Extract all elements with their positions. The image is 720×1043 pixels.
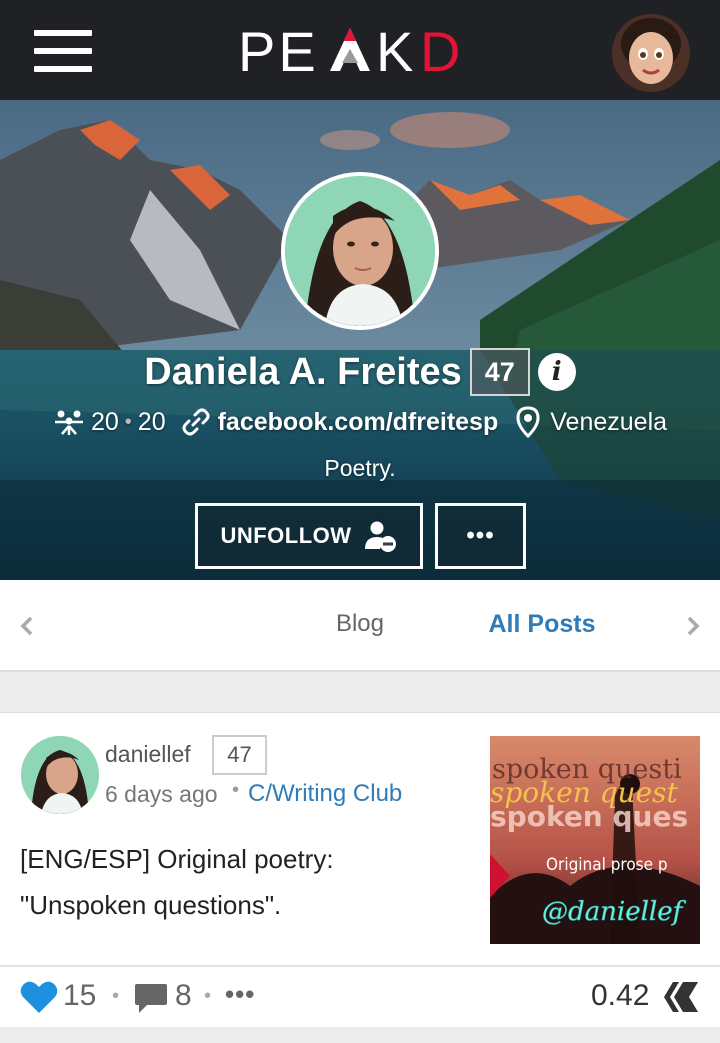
following-count[interactable]: 20	[138, 408, 166, 437]
comment-icon[interactable]	[133, 981, 169, 1015]
profile-tabs: Blog All Posts	[0, 580, 720, 672]
post-more-button[interactable]: •••	[225, 979, 255, 1010]
tab-all-posts[interactable]: All Posts	[480, 610, 604, 639]
heart-icon[interactable]	[20, 979, 58, 1015]
followers-icon[interactable]	[53, 406, 85, 438]
top-bar: PE K D	[0, 0, 720, 100]
thumb-handle: @daniellef	[542, 897, 687, 927]
chevron-left-icon[interactable]	[14, 610, 40, 642]
profile-cover: Daniela A. Freites 47 i 20 • 20 facebook…	[0, 100, 720, 580]
info-icon[interactable]: i	[537, 353, 576, 391]
location-pin-icon	[512, 406, 544, 438]
profile-meta: 20 • 20 facebook.com/dfreitesp Venezuela	[0, 402, 720, 442]
post-thumbnail[interactable]: spoken questi spoken quest spoken ques O…	[490, 736, 700, 944]
unfollow-button[interactable]: UNFOLLOW	[195, 503, 423, 569]
profile-bio: Poetry.	[324, 455, 396, 481]
like-count[interactable]: 15	[63, 979, 96, 1013]
more-options-button[interactable]: •••	[435, 503, 526, 569]
post-separator: •	[232, 779, 240, 801]
comment-count[interactable]: 8	[175, 979, 192, 1013]
peakd-logo[interactable]: PE K D	[238, 22, 476, 80]
location: Venezuela	[550, 407, 668, 436]
hamburger-icon[interactable]	[34, 30, 92, 72]
post-title[interactable]: [ENG/ESP] Original poetry: "Unspoken que…	[20, 836, 460, 928]
remove-user-icon	[364, 521, 396, 552]
post-time[interactable]: 6 days ago	[105, 781, 218, 808]
svg-text:PE: PE	[238, 22, 319, 80]
post-author[interactable]: daniellef	[105, 741, 191, 768]
profile-photo[interactable]	[281, 172, 439, 330]
hive-icon[interactable]	[662, 979, 700, 1015]
link-icon	[180, 406, 212, 438]
post-community[interactable]: C/Writing Club	[248, 780, 402, 808]
reputation-badge: 47	[469, 348, 530, 396]
tab-blog[interactable]: Blog	[320, 610, 400, 638]
post-author-reputation: 47	[212, 735, 267, 775]
post-actions: 15 • 8 • ••• 0.42	[0, 965, 720, 1027]
user-avatar[interactable]	[612, 14, 690, 92]
profile-name-row: Daniela A. Freites 47 i	[0, 347, 720, 397]
thumb-subtitle: Original prose p	[546, 855, 668, 875]
svg-text:K: K	[376, 22, 417, 80]
thumb-text-3: spoken ques	[490, 800, 688, 833]
peakd-logo-graphic: PE K D	[238, 22, 464, 80]
post-card: daniellef 47 6 days ago • C/Writing Club…	[0, 712, 720, 965]
unfollow-label: UNFOLLOW	[220, 523, 352, 548]
website-link[interactable]: facebook.com/dfreitesp	[218, 408, 499, 437]
chevron-right-icon[interactable]	[680, 610, 706, 642]
svg-text:D: D	[420, 22, 464, 80]
profile-name: Daniela A. Freites	[144, 350, 462, 393]
post-author-avatar[interactable]	[21, 736, 99, 814]
post-payout[interactable]: 0.42	[591, 979, 649, 1013]
followers-count[interactable]: 20	[91, 408, 119, 437]
